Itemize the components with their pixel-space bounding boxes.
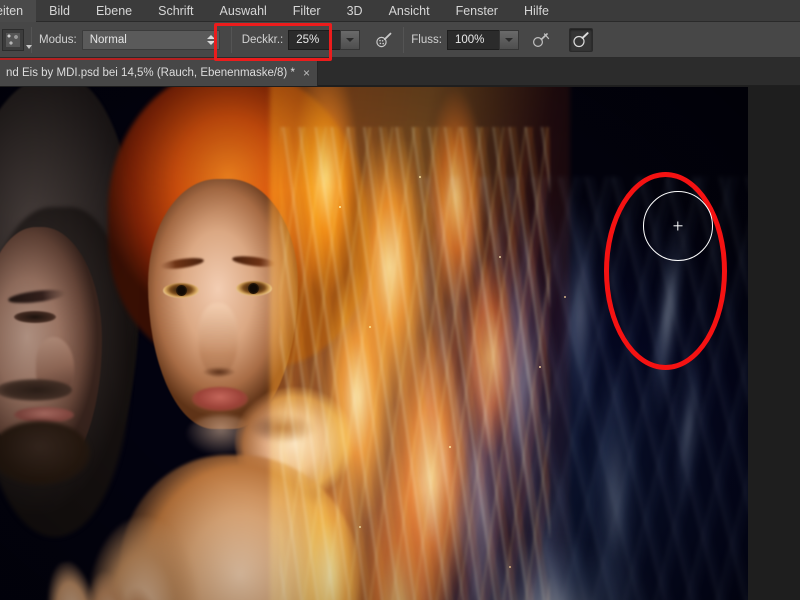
mode-label: Modus:: [39, 33, 77, 46]
blend-mode-value: Normal: [89, 33, 127, 46]
menu-filter[interactable]: Filter: [280, 0, 334, 22]
pressure-opacity-button[interactable]: [529, 28, 553, 52]
artwork-image: [0, 87, 748, 600]
flow-value[interactable]: 100%: [446, 29, 499, 50]
opacity-label: Deckkr.:: [241, 33, 284, 46]
brush-preset-picker[interactable]: [2, 28, 32, 51]
flow-field[interactable]: 100%: [446, 29, 519, 50]
menu-ansicht[interactable]: Ansicht: [376, 0, 443, 22]
menu-bearbeiten[interactable]: eiten: [0, 0, 37, 22]
menu-bar: eiten Bild Ebene Schrift Auswahl Filter …: [0, 0, 800, 22]
stepper-icon: [206, 34, 215, 45]
flow-dropdown-button[interactable]: [498, 29, 519, 50]
airbrush-button[interactable]: [372, 28, 396, 52]
document-tab-bar: nd Eis by MDI.psd bei 14,5% (Rauch, Eben…: [0, 58, 800, 86]
document-tab[interactable]: nd Eis by MDI.psd bei 14,5% (Rauch, Eben…: [0, 60, 318, 86]
airbrush-icon: [376, 32, 392, 47]
chevron-down-icon: [26, 44, 32, 49]
menu-3d[interactable]: 3D: [334, 0, 376, 22]
flow-label: Fluss:: [411, 33, 442, 46]
canvas[interactable]: [0, 87, 748, 600]
pressure-size-icon: [573, 31, 589, 47]
menu-bild[interactable]: Bild: [36, 0, 83, 22]
menu-hilfe[interactable]: Hilfe: [511, 0, 562, 22]
options-bar: Modus: Normal Deckkr.: 25% Fluss: 100%: [0, 22, 800, 58]
menu-schrift[interactable]: Schrift: [145, 0, 206, 22]
photoshop-window: eiten Bild Ebene Schrift Auswahl Filter …: [0, 0, 800, 600]
opacity-field[interactable]: 25%: [288, 29, 361, 50]
divider: [230, 26, 232, 53]
divider: [31, 26, 32, 53]
menu-ebene[interactable]: Ebene: [83, 0, 145, 22]
close-icon[interactable]: ×: [303, 67, 310, 79]
menu-auswahl[interactable]: Auswahl: [207, 0, 280, 22]
blend-mode-select[interactable]: Normal: [81, 29, 220, 50]
pressure-opacity-icon: [532, 32, 550, 47]
workspace-background: [748, 87, 800, 600]
divider: [403, 26, 405, 53]
chevron-down-icon: [346, 37, 355, 42]
document-tab-title: nd Eis by MDI.psd bei 14,5% (Rauch, Eben…: [6, 67, 295, 79]
opacity-dropdown-button[interactable]: [340, 29, 361, 50]
opacity-value[interactable]: 25%: [288, 29, 341, 50]
pressure-size-button[interactable]: [568, 27, 593, 52]
brush-preset-icon: [6, 32, 20, 47]
menu-fenster[interactable]: Fenster: [443, 0, 511, 22]
chevron-down-icon: [504, 37, 513, 42]
